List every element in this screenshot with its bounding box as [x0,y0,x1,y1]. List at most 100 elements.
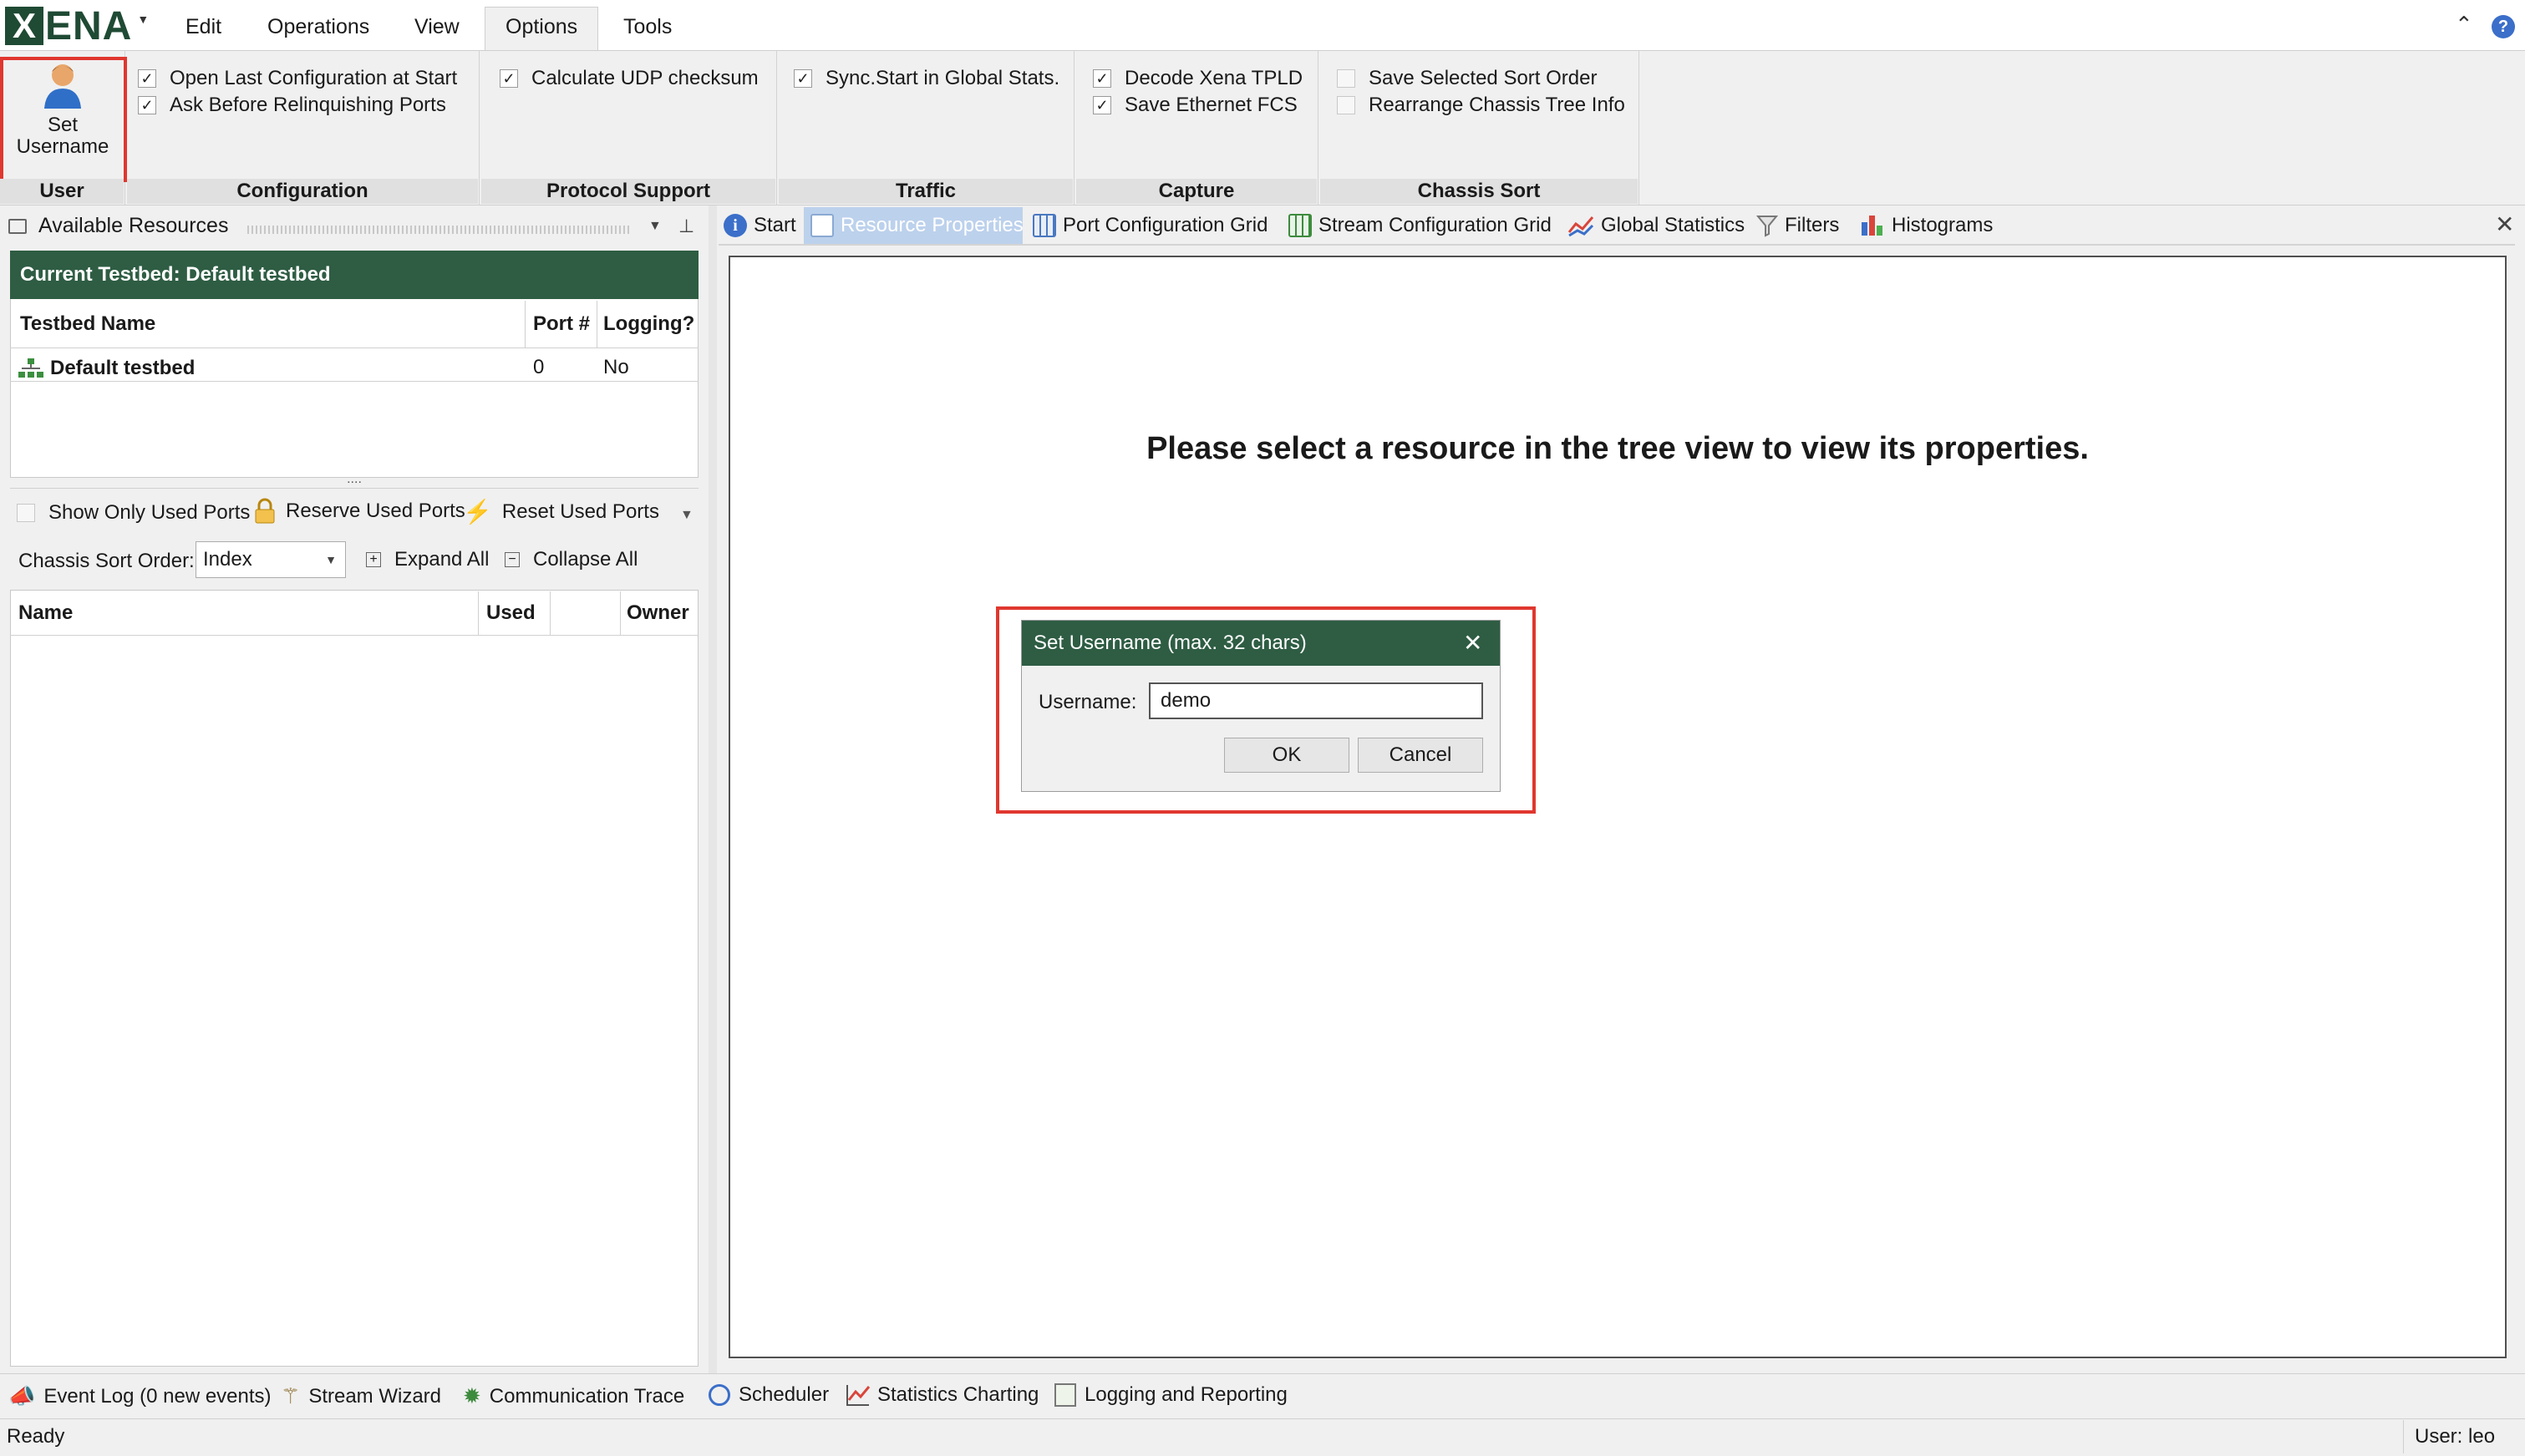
menu-operations[interactable]: Operations [267,15,369,39]
tab-resource-properties[interactable]: Resource Properties [810,214,1024,237]
tab-event-log-label: Event Log (0 new events) [43,1384,272,1408]
statistics-line-icon [1567,216,1594,237]
resources-panel-icon [8,218,27,234]
checkbox-icon[interactable]: ✓ [1093,96,1111,114]
event-log-icon: 📣 [8,1383,36,1408]
tab-scheduler[interactable]: Scheduler [709,1383,829,1407]
col-port[interactable]: Port # [533,312,590,336]
col-divider [478,591,479,635]
tab-stream-wizard[interactable]: ⚚ Stream Wizard [281,1383,441,1409]
menu-tools[interactable]: Tools [623,15,672,39]
col-used[interactable]: Used [486,601,536,625]
chassis-sort-select[interactable]: Index ▼ [196,541,346,578]
chassis-sort-value: Index [203,548,252,571]
logo-x-mark: X [5,7,43,45]
collapse-all-button[interactable]: − Collapse All [505,548,638,571]
col-testbed-name[interactable]: Testbed Name [20,312,155,336]
help-icon[interactable]: ? [2492,15,2515,38]
tab-filters[interactable]: Filters [1756,214,1839,237]
col-owner[interactable]: Owner [627,601,689,625]
tab-stream-config-grid[interactable]: Stream Configuration Grid [1288,214,1552,237]
tab-port-config-grid-label: Port Configuration Grid [1063,214,1268,236]
reserve-used-ports-button[interactable]: Reserve Used Ports [252,498,465,525]
checkbox-icon[interactable] [17,504,35,522]
tab-start[interactable]: i Start [724,214,796,237]
wand-icon: ⚚ [281,1383,301,1408]
chk-decode-tpld[interactable]: ✓ Decode Xena TPLD [1093,67,1303,90]
panel-dropdown-icon[interactable]: ▼ [648,219,662,234]
collapse-all-label: Collapse All [533,548,638,571]
panel-grip[interactable] [247,226,632,234]
toolbar-divider [10,488,699,489]
tab-communication-trace[interactable]: ✹ Communication Trace [463,1383,684,1409]
chk-open-last-config[interactable]: ✓ Open Last Configuration at Start [138,67,457,90]
xena-manager-window: X ENA ▼ Edit Operations View Options Too… [0,0,2525,1456]
tab-start-label: Start [754,214,796,236]
expand-icon: + [366,552,381,567]
tab-global-statistics[interactable]: Global Statistics [1567,214,1745,237]
tab-stream-config-grid-label: Stream Configuration Grid [1318,214,1552,236]
tab-event-log[interactable]: 📣 Event Log (0 new events) [8,1383,272,1409]
properties-icon [810,214,834,237]
chk-decode-tpld-label: Decode Xena TPLD [1125,67,1303,89]
histogram-icon [1862,216,1882,236]
lock-icon [255,498,275,524]
col-logging[interactable]: Logging? [603,312,694,336]
col-divider [550,591,551,635]
checkbox-icon[interactable]: ✓ [138,96,156,114]
collapse-ribbon-icon[interactable]: ⌃ [2455,12,2473,38]
chk-udp-checksum-label: Calculate UDP checksum [531,67,759,89]
xena-logo[interactable]: X ENA ▼ [5,4,149,48]
group-label-chassis-sort: Chassis Sort [1320,179,1638,204]
chk-save-fcs[interactable]: ✓ Save Ethernet FCS [1093,94,1298,117]
col-name[interactable]: Name [18,601,73,625]
checkbox-icon[interactable]: ✓ [1093,69,1111,88]
chevron-down-icon: ▼ [325,553,337,566]
status-user: User: leo [2415,1425,2496,1448]
report-icon [1054,1383,1076,1407]
pin-icon[interactable]: ⊥ [678,216,694,237]
chk-sync-start[interactable]: ✓ Sync.Start in Global Stats. [794,67,1059,90]
menu-edit[interactable]: Edit [185,15,221,39]
chk-rearrange-tree[interactable]: Rearrange Chassis Tree Info [1337,94,1625,117]
table-row[interactable]: Default testbed [18,354,697,383]
chart-icon [846,1385,871,1406]
chk-show-only-used[interactable]: Show Only Used Ports [17,501,250,525]
tab-stream-wizard-label: Stream Wizard [308,1384,442,1408]
tab-logging-reporting[interactable]: Logging and Reporting [1054,1383,1288,1407]
reserve-used-ports-label: Reserve Used Ports [286,500,465,522]
tab-filters-label: Filters [1785,214,1840,236]
chassis-tree[interactable] [10,590,699,1367]
status-divider [2403,1420,2404,1453]
checkbox-icon[interactable]: ✓ [138,69,156,88]
checkbox-icon[interactable] [1337,96,1355,114]
splitter-handle[interactable]: .... [10,473,699,488]
menu-bar: X ENA ▼ Edit Operations View Options Too… [0,0,2525,52]
chk-open-last-config-label: Open Last Configuration at Start [170,67,458,89]
tab-statistics-charting[interactable]: Statistics Charting [846,1383,1039,1407]
stream-grid-icon [1288,214,1312,237]
chk-udp-checksum[interactable]: ✓ Calculate UDP checksum [500,67,759,90]
group-label-capture: Capture [1076,179,1317,204]
reset-used-ports-button[interactable]: ⚡ Reset Used Ports [463,498,659,525]
app-menu-arrow-icon[interactable]: ▼ [137,13,149,26]
chk-ask-relinquish[interactable]: ✓ Ask Before Relinquishing Ports [138,94,446,117]
menu-view[interactable]: View [414,15,460,39]
checkbox-icon[interactable] [1337,69,1355,88]
toolbar-overflow-icon[interactable]: ▼ [680,508,693,523]
status-bar [0,1418,2525,1456]
checkbox-icon[interactable]: ✓ [794,69,812,88]
expand-all-button[interactable]: + Expand All [366,548,489,571]
tab-port-config-grid[interactable]: Port Configuration Grid [1033,214,1268,237]
menu-options[interactable]: Options [506,15,577,39]
panel-splitter[interactable] [709,205,717,1375]
clock-icon [709,1384,730,1406]
lightning-icon: ⚡ [463,499,492,525]
tab-histograms[interactable]: Histograms [1860,214,1993,237]
group-label-protocol-support: Protocol Support [481,179,775,204]
group-label-user: User [0,179,124,204]
close-tabs-icon[interactable]: ✕ [2495,211,2514,238]
chk-save-sort-order[interactable]: Save Selected Sort Order [1337,67,1597,90]
checkbox-icon[interactable]: ✓ [500,69,518,88]
testbed-name-cell: Default testbed [50,357,196,379]
